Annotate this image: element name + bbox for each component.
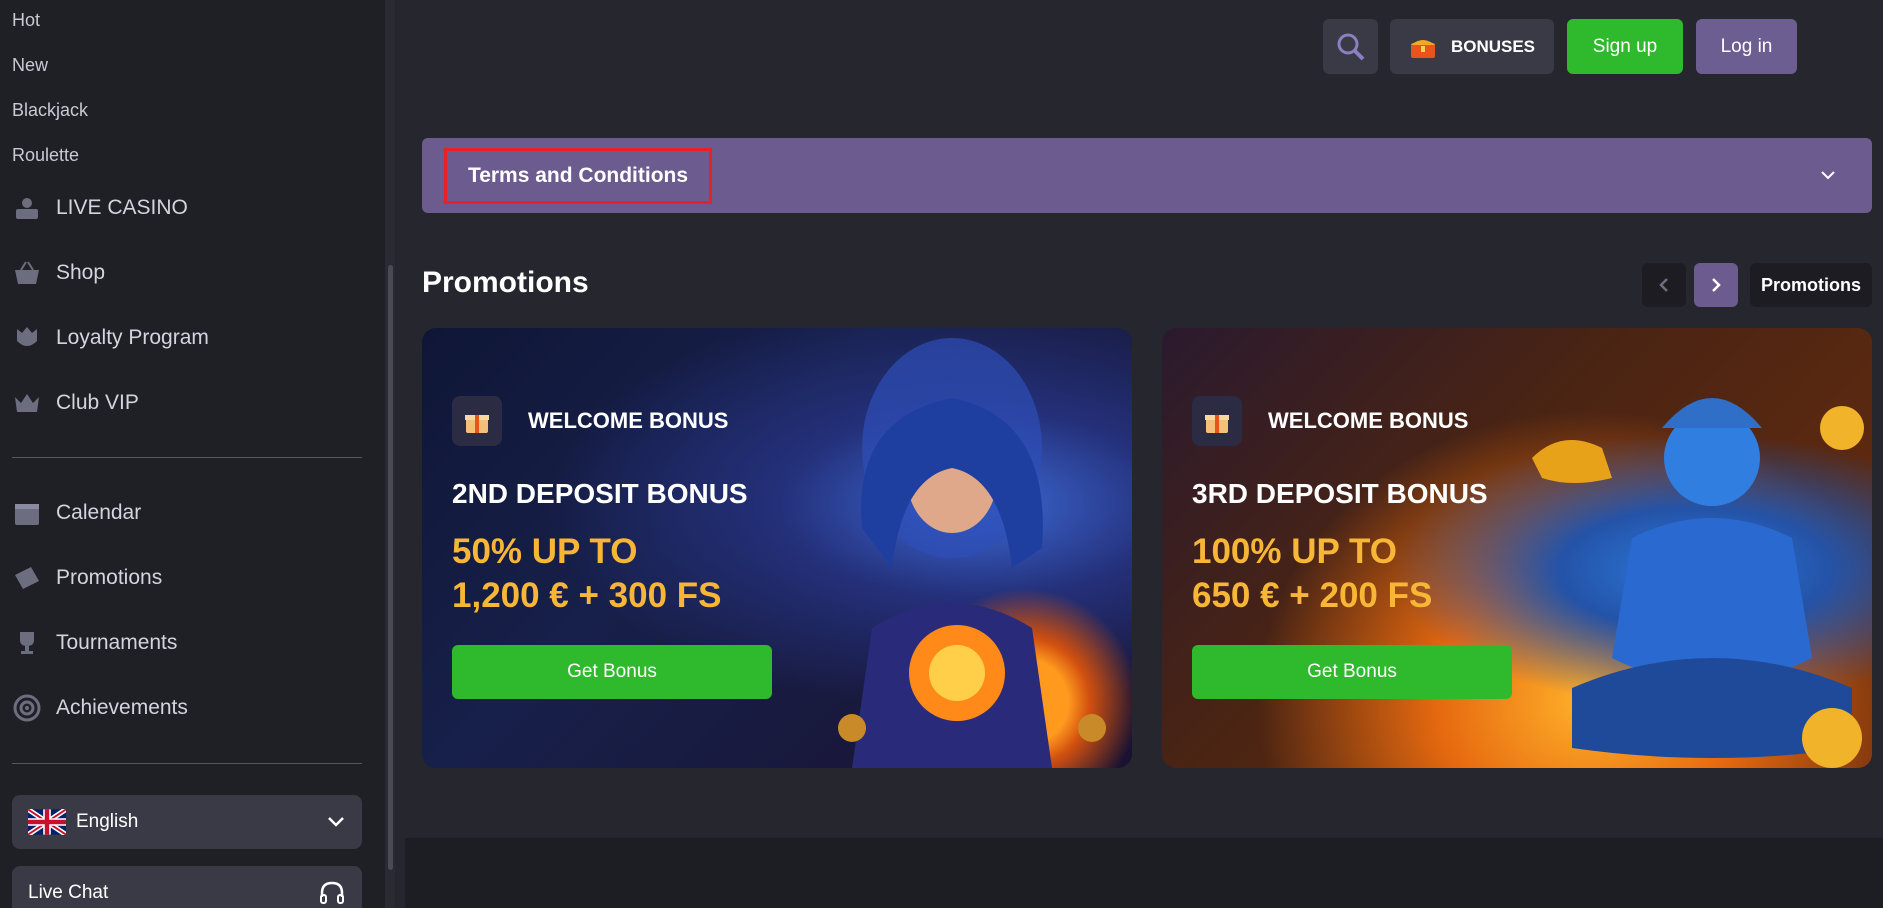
headset-icon [320,881,344,904]
live-chat-label: Live Chat [28,882,109,903]
sorceress-illustration [838,338,1106,768]
sidebar-item-label: LIVE CASINO [56,196,188,219]
sidebar-item-label: Loyalty Program [56,326,209,349]
bonuses-button[interactable]: BONUSES [1390,19,1554,74]
ticket-icon [12,563,42,593]
carousel-next-button[interactable] [1694,263,1738,307]
promo-offer-line2: 1,200 € + 300 FS [452,576,722,615]
sidebar-item-label: Shop [56,261,106,284]
sidebar-divider [12,763,362,764]
crown-shield-icon [12,323,42,353]
chevron-down-icon [328,817,344,827]
chevron-down-icon[interactable] [1818,168,1838,182]
treasure-chest-icon [1410,39,1435,58]
login-button[interactable]: Log in [1696,19,1797,74]
footer-band [405,838,1883,908]
crown-icon [12,388,42,418]
sidebar-item-label: Club VIP [56,391,139,414]
sidebar-item-live-casino[interactable]: LIVE CASINO [12,188,188,228]
trophy-icon [12,628,42,658]
get-bonus-button[interactable]: Get Bonus [1192,645,1512,699]
live-casino-icon [12,193,42,223]
promo-offer-line2: 650 € + 200 FS [1192,576,1433,615]
gift-icon [1192,396,1242,446]
search-button[interactable] [1323,19,1378,74]
target-icon [12,693,42,723]
signup-button[interactable]: Sign up [1567,19,1683,74]
sidebar-item-blackjack[interactable]: Blackjack [12,100,88,121]
sidebar-item-tournaments[interactable]: Tournaments [12,623,177,663]
sidebar-item-calendar[interactable]: Calendar [12,493,141,533]
promo-offer-line1: 100% UP TO [1192,532,1397,571]
sidebar-item-club-vip[interactable]: Club VIP [12,383,139,423]
language-label: English [76,811,139,832]
sidebar-item-label: Calendar [56,501,142,524]
sidebar-item-hot[interactable]: Hot [12,10,40,31]
promo-badge: WELCOME BONUS [1268,408,1469,433]
search-icon [1337,33,1364,60]
carousel-prev-button[interactable] [1642,263,1686,307]
promo-offer-line1: 50% UP TO [452,532,638,571]
sidebar-item-label: Tournaments [56,631,178,654]
promo-badge: WELCOME BONUS [528,408,729,433]
sidebar-item-new[interactable]: New [12,55,48,76]
promo-card: WELCOME BONUS 3RD DEPOSIT BONUS 100% UP … [1162,328,1872,768]
get-bonus-button[interactable]: Get Bonus [452,645,772,699]
chevron-left-icon [1659,278,1668,292]
promo-card: WELCOME BONUS 2ND DEPOSIT BONUS 50% UP T… [422,328,1132,768]
uk-flag-icon [28,809,66,835]
promo-title: 2ND DEPOSIT BONUS [452,478,748,509]
sidebar-item-label: Achievements [56,696,188,719]
language-select[interactable]: English [12,795,362,849]
sidebar-item-label: Promotions [56,566,163,589]
sidebar-item-achievements[interactable]: Achievements [12,688,188,728]
chevron-right-icon [1712,278,1721,292]
sidebar-item-roulette[interactable]: Roulette [12,145,79,166]
gift-icon [452,396,502,446]
calendar-icon [12,498,42,528]
genie-illustration [1532,398,1864,768]
sidebar-item-promotions[interactable]: Promotions [12,558,162,598]
sidebar-divider [12,457,362,458]
terms-title[interactable]: Terms and Conditions [444,148,712,204]
sidebar: Hot New Blackjack Roulette LIVE CASINO S… [0,0,392,908]
basket-icon [12,258,42,288]
promotions-link[interactable]: Promotions [1750,263,1872,307]
sidebar-item-loyalty[interactable]: Loyalty Program [12,318,209,358]
promo-title: 3RD DEPOSIT BONUS [1192,478,1488,509]
live-chat-button[interactable]: Live Chat [12,866,362,908]
promotions-heading: Promotions [422,266,589,299]
bonuses-label: BONUSES [1450,36,1536,56]
sidebar-item-shop[interactable]: Shop [12,253,105,293]
sidebar-scrollbar-thumb[interactable] [388,265,393,870]
